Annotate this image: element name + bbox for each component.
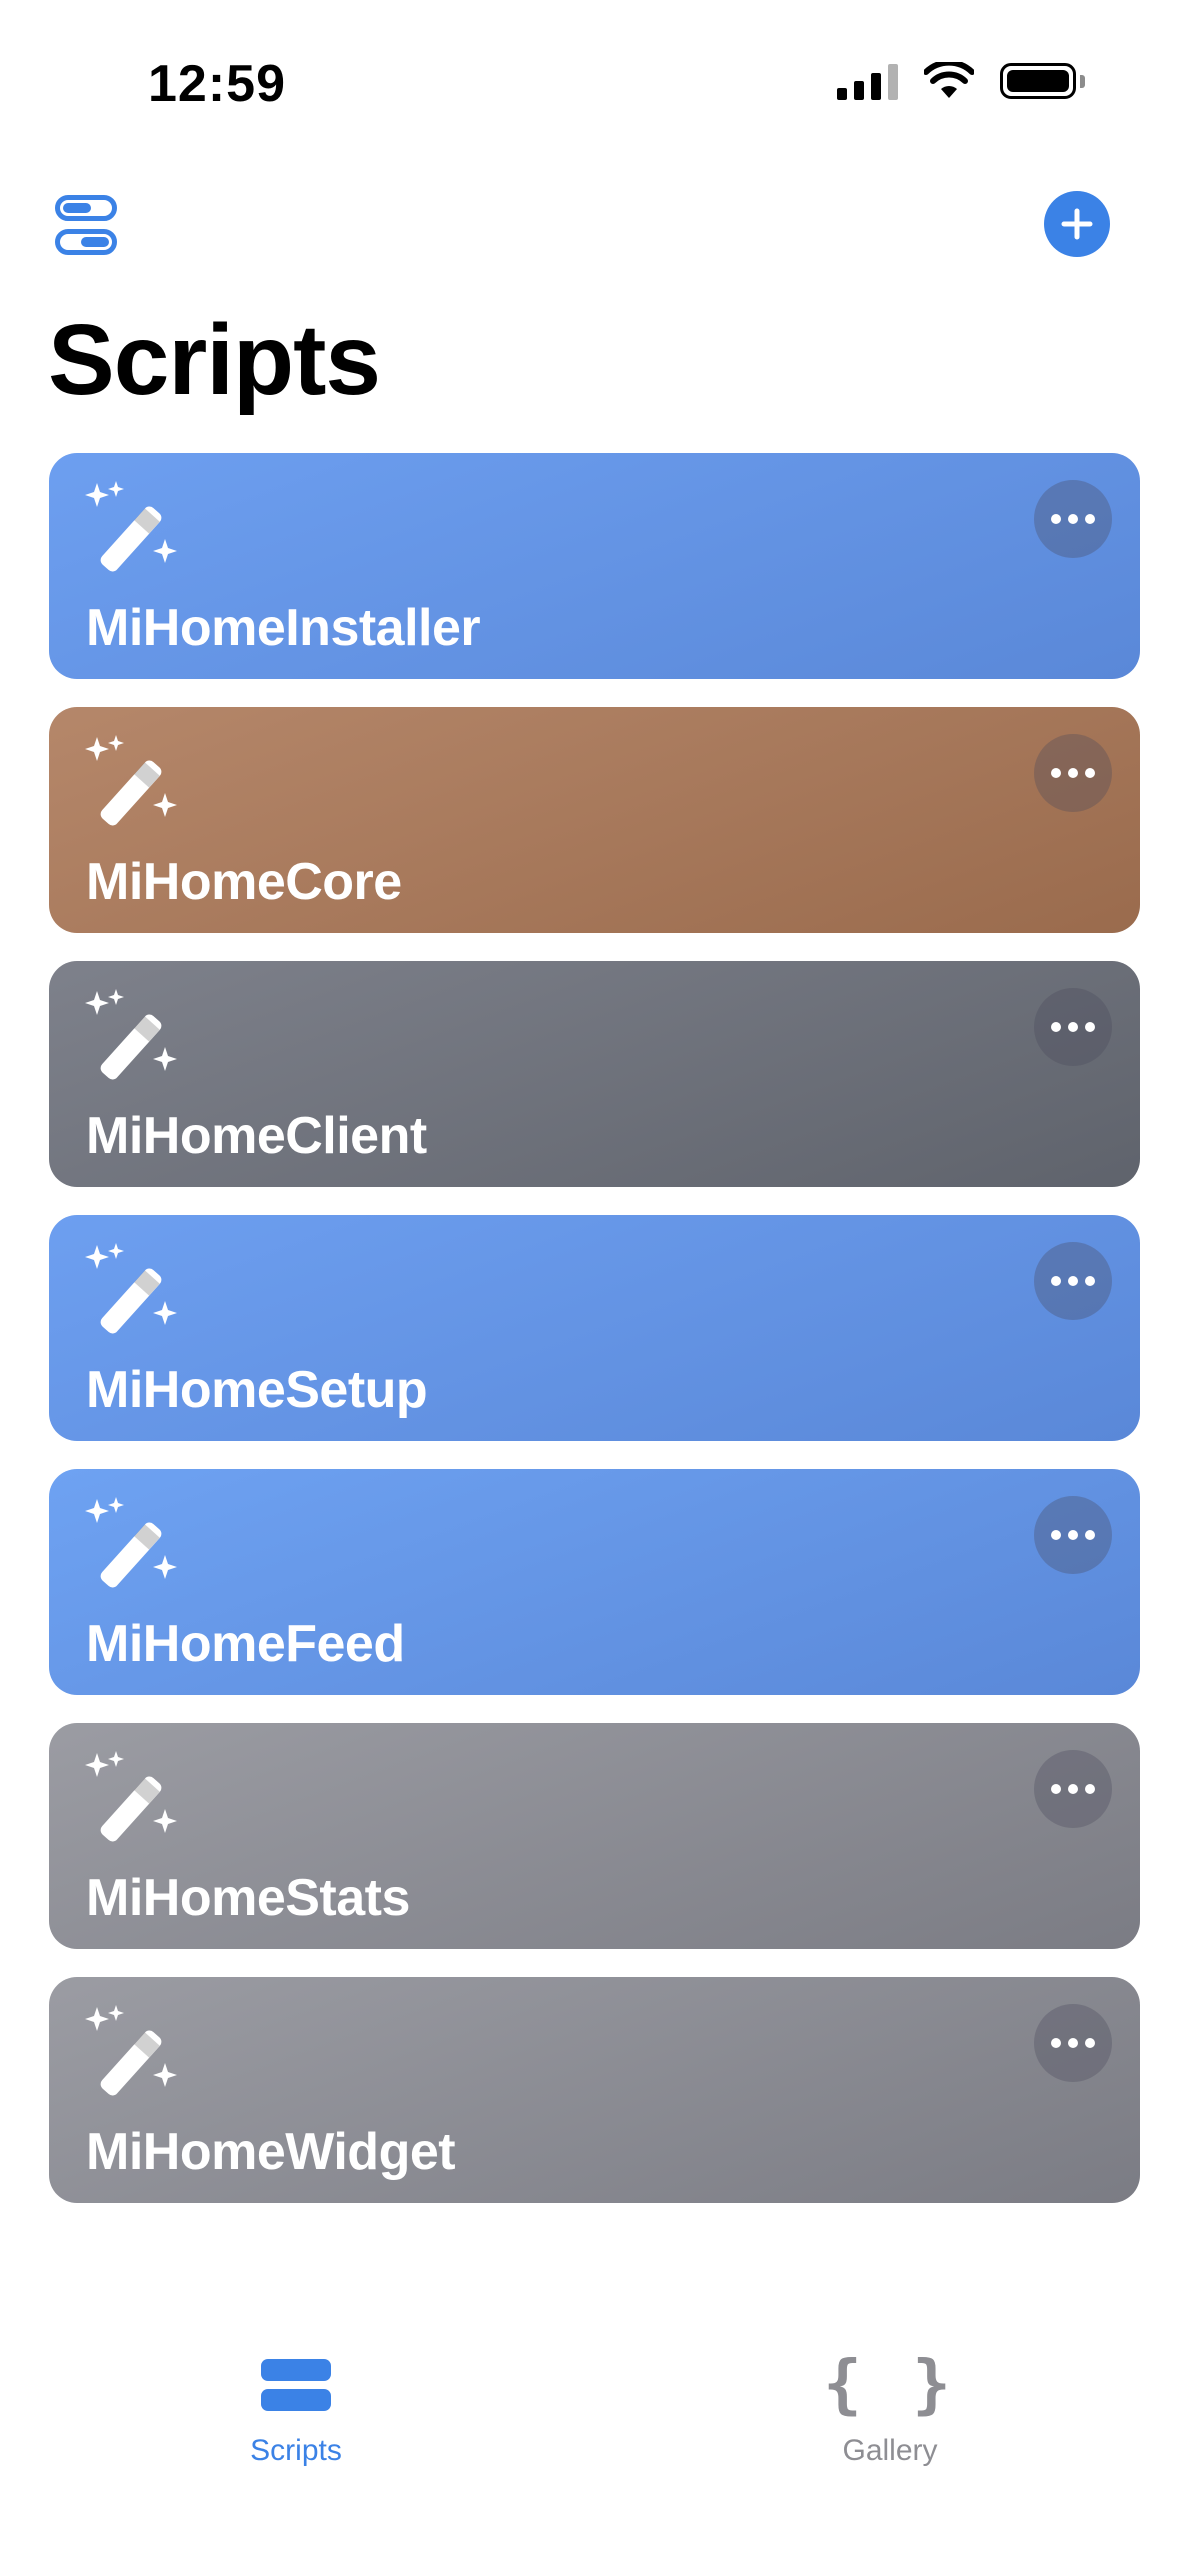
ellipsis-dot (1051, 2038, 1061, 2048)
magic-wand-icon (85, 2005, 177, 2096)
status-bar: 12:59 (0, 0, 1179, 150)
magic-wand-icon (85, 1243, 177, 1334)
add-script-button[interactable] (1044, 191, 1110, 257)
script-card-mihomewidget[interactable]: MiHomeWidget (49, 1977, 1140, 2203)
wifi-icon (924, 62, 974, 98)
cellular-signal-icon (837, 62, 898, 100)
ellipsis-dot (1085, 1530, 1095, 1540)
magic-wand-icon (85, 1751, 177, 1842)
ellipsis-dot (1051, 1276, 1061, 1286)
ellipsis-dot (1051, 1530, 1061, 1540)
tab-scripts[interactable]: Scripts (146, 2350, 446, 2468)
script-name: MiHomeInstaller (86, 599, 481, 657)
script-name: MiHomeWidget (86, 2123, 456, 2181)
navigation-bar (0, 185, 1179, 265)
more-options-button[interactable] (1034, 1496, 1112, 1574)
plus-icon (1061, 208, 1093, 240)
ellipsis-dot (1068, 514, 1078, 524)
ellipsis-dot (1085, 1784, 1095, 1794)
more-options-button[interactable] (1034, 988, 1112, 1066)
script-card-mihomeinstaller[interactable]: MiHomeInstaller (49, 453, 1140, 679)
more-options-button[interactable] (1034, 1242, 1112, 1320)
ellipsis-dot (1068, 1022, 1078, 1032)
script-card-mihomestats[interactable]: MiHomeStats (49, 1723, 1140, 1949)
script-card-mihomesetup[interactable]: MiHomeSetup (49, 1215, 1140, 1441)
script-name: MiHomeCore (86, 853, 402, 911)
page-title: Scripts (48, 304, 381, 416)
stack-icon (146, 2350, 446, 2420)
script-list: MiHomeInstaller MiHomeCore MiHomeClient … (49, 453, 1140, 2231)
tab-gallery-label: Gallery (842, 2434, 938, 2467)
status-icons (837, 62, 1085, 100)
script-card-mihomefeed[interactable]: MiHomeFeed (49, 1469, 1140, 1695)
magic-wand-icon (85, 735, 177, 826)
ellipsis-dot (1085, 768, 1095, 778)
ellipsis-dot (1051, 514, 1061, 524)
ellipsis-dot (1068, 1276, 1078, 1286)
ellipsis-dot (1068, 768, 1078, 778)
status-time: 12:59 (148, 55, 286, 113)
more-options-button[interactable] (1034, 734, 1112, 812)
toggle-settings-icon[interactable] (55, 195, 119, 257)
ellipsis-dot (1085, 1022, 1095, 1032)
magic-wand-icon (85, 481, 177, 572)
magic-wand-icon (85, 1497, 177, 1588)
more-options-button[interactable] (1034, 480, 1112, 558)
ellipsis-dot (1051, 768, 1061, 778)
ellipsis-dot (1085, 2038, 1095, 2048)
ellipsis-dot (1068, 1784, 1078, 1794)
more-options-button[interactable] (1034, 1750, 1112, 1828)
ellipsis-dot (1068, 1530, 1078, 1540)
ellipsis-dot (1085, 1276, 1095, 1286)
script-name: MiHomeClient (86, 1107, 427, 1165)
script-card-mihomeclient[interactable]: MiHomeClient (49, 961, 1140, 1187)
tab-scripts-label: Scripts (250, 2434, 342, 2467)
script-name: MiHomeSetup (86, 1361, 428, 1419)
script-name: MiHomeFeed (86, 1615, 405, 1673)
ellipsis-dot (1051, 1784, 1061, 1794)
ellipsis-dot (1068, 2038, 1078, 2048)
script-card-mihomecore[interactable]: MiHomeCore (49, 707, 1140, 933)
script-name: MiHomeStats (86, 1869, 410, 1927)
braces-icon: { } (823, 2348, 957, 2422)
ellipsis-dot (1085, 514, 1095, 524)
more-options-button[interactable] (1034, 2004, 1112, 2082)
tab-bar: Scripts { } Gallery (0, 2330, 1179, 2556)
magic-wand-icon (85, 989, 177, 1080)
ellipsis-dot (1051, 1022, 1061, 1032)
battery-icon (1000, 63, 1085, 99)
tab-gallery[interactable]: { } Gallery (740, 2348, 1040, 2468)
